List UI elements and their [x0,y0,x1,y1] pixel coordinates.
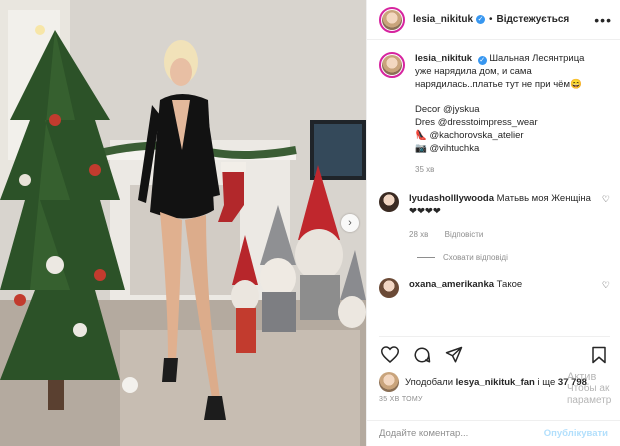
caption-username[interactable]: lesia_nikituk [415,53,472,64]
comment-meta: 28 хв Відповісти [409,228,596,241]
liker-username[interactable]: lesya_nikituk_fan [456,377,535,388]
commenter-avatar[interactable] [379,278,399,298]
caption-line: Шальная Лесянтрица [489,53,585,64]
hide-replies-label: Сховати відповіді [443,253,508,262]
likes-prefix: Уподобали [405,376,454,388]
post-photo[interactable]: › [0,0,366,446]
caption-avatar[interactable] [379,52,405,78]
divider [417,257,435,258]
reply-button[interactable]: Відповісти [445,230,484,239]
caption-body: lesia_nikituk ✓ Шальная Лесянтрица уже н… [415,52,610,176]
caption-photo-credit: 📷 @vihtuchka [415,143,480,154]
chevron-right-icon: › [348,217,352,229]
caption-time: 35 хв [415,165,435,174]
heart-icon[interactable]: ♡ [602,280,610,291]
more-icon[interactable]: ••• [594,12,612,28]
comment-username[interactable]: oxana_amerikanka [409,279,494,290]
caption-shoes: 👠 @kachorovska_atelier [415,130,524,141]
hide-replies-button[interactable]: Сховати відповіді [417,253,610,262]
comment-text: Такое [496,279,523,290]
post-side-panel: lesia_nikituk ✓ • Відстежується ••• lesi… [366,0,620,446]
heart-icon[interactable] [379,344,401,366]
caption-decor: Decor @jyskua [415,104,480,115]
add-comment-bar: Опублікувати [367,420,620,446]
share-icon[interactable] [443,344,465,366]
next-photo-button[interactable]: › [341,214,359,232]
likes-count[interactable]: 37 798 [558,377,587,388]
comment-input[interactable] [379,428,544,439]
photo-scene [0,0,366,446]
caption-line: нарядилась..платье тут не при чём😄 [415,79,582,90]
author-avatar[interactable] [379,6,405,33]
bookmark-icon[interactable] [588,344,610,366]
verified-badge-icon: ✓ [476,15,486,24]
publish-button[interactable]: Опублікувати [544,428,608,439]
likes-middle: і ще [537,376,556,388]
comment-username[interactable]: lyudasholllywooda [409,193,494,204]
commenter-avatar[interactable] [379,192,399,212]
comment-item: oxana_amerikanka Такое ♡ [379,278,610,298]
author-username[interactable]: lesia_nikituk [413,14,473,25]
post-header: lesia_nikituk ✓ • Відстежується ••• [367,0,620,40]
comment-time: 28 хв [409,230,429,239]
comment-item: lyudasholllywooda Матьвь моя Женщіна ❤❤❤… [379,192,610,241]
heart-icon[interactable]: ♡ [602,194,610,205]
follow-status-button[interactable]: Відстежується [497,14,570,25]
separator-dot: • [489,14,493,25]
comment-body: oxana_amerikanka Такое [409,278,596,291]
verified-badge-icon: ✓ [477,56,487,65]
comment-icon[interactable] [411,344,433,366]
comment-body: lyudasholllywooda Матьвь моя Женщіна ❤❤❤… [409,192,596,241]
action-bar [379,336,610,366]
liker-avatar[interactable] [379,372,399,392]
likes-summary: Уподобали lesya_nikituk_fan і ще 37 798 [379,372,610,392]
posted-time: 35 ХВ ТОМУ [379,396,423,403]
caption-dress: Dres @dresstoimpress_wear [415,117,538,128]
caption-line: уже нарядила дом, и сама [415,66,532,77]
caption: lesia_nikituk ✓ Шальная Лесянтрица уже н… [379,52,610,176]
comments-list: lesia_nikituk ✓ Шальная Лесянтрица уже н… [379,52,610,298]
